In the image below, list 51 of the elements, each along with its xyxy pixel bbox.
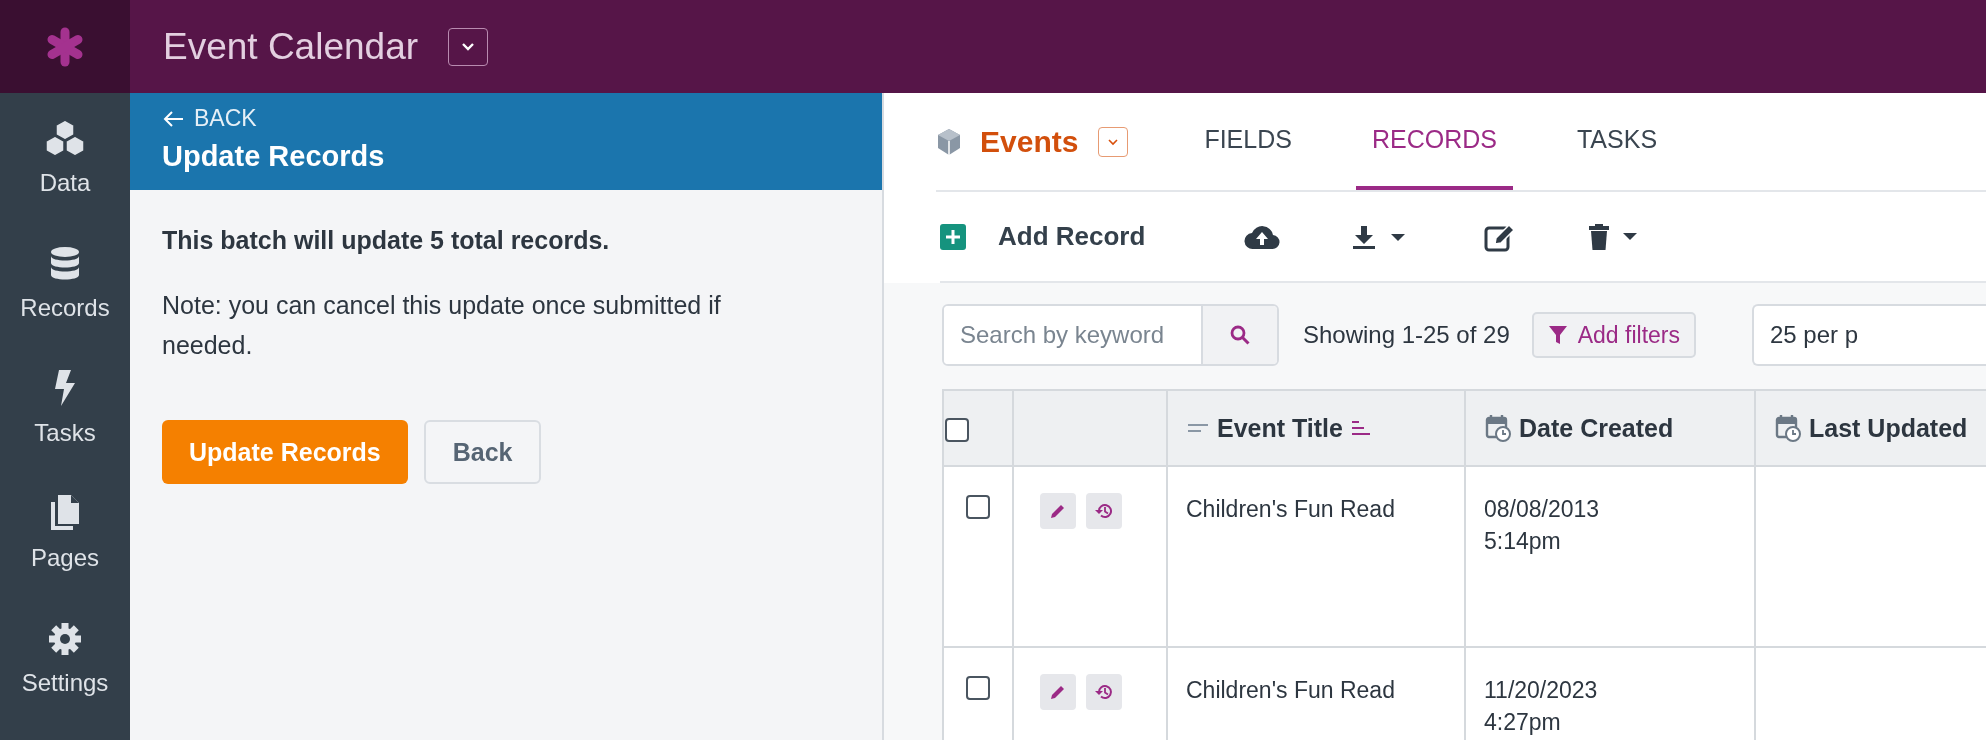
left-arrow-icon [162,109,184,128]
upload-button[interactable] [1243,223,1282,250]
history-icon [1094,502,1114,520]
per-page-select[interactable]: 25 per p [1752,304,1986,366]
table-cell: Children's Fun Read [1167,466,1465,647]
history-icon [1094,683,1114,701]
calendar-clock-icon [1485,414,1511,442]
edit-button[interactable] [1040,674,1076,710]
back-link[interactable]: BACK [162,105,257,132]
chevron-down-icon [1107,137,1120,146]
add-filters-button[interactable]: Add filters [1531,312,1696,358]
add-record-button[interactable]: Add Record [940,221,1146,252]
search-icon [1228,324,1251,346]
back-button[interactable]: Back [423,420,542,484]
search-field[interactable]: Search by keyword [942,304,1279,366]
chevron-down-icon [460,41,477,52]
panel-title: Update Records [162,140,386,173]
funnel-icon [1547,324,1568,346]
note-text: Note: you can cancel this update once submitted if needed. [162,290,722,361]
tab[interactable]: FIELDS [1188,93,1308,190]
tab[interactable]: RECORDS [1355,93,1513,190]
column-header[interactable]: Last Updated [1755,390,1986,466]
object-name: Events [980,124,1079,159]
calendar-clock-icon [1775,414,1801,442]
column-header[interactable]: Event Title [1167,390,1465,466]
plus-icon [940,223,966,250]
text-lines-icon [1187,423,1209,433]
asterisk-logo-icon [45,26,85,67]
record-count: Showing 1-25 of 29 [1302,321,1510,349]
pencil-icon [1049,502,1067,520]
sort-icon[interactable] [1350,420,1371,436]
nav-item[interactable]: Records [0,240,130,365]
search-button[interactable] [1200,306,1277,364]
cube-icon [936,127,962,156]
column-header[interactable]: Date Created [1465,390,1755,466]
batch-summary: This batch will update 5 total records. [162,226,611,255]
nav-item[interactable]: Tasks [0,365,130,490]
tab[interactable]: TASKS [1560,93,1674,190]
history-button[interactable] [1086,674,1122,710]
pencil-icon [1049,683,1067,701]
history-button[interactable] [1086,493,1122,529]
app-dropdown-button[interactable] [448,27,489,66]
app-title: Event Calendar [163,25,419,68]
edit-button[interactable] [1040,493,1076,529]
nav-item[interactable]: Settings [0,615,130,740]
nav-item[interactable]: Data [0,115,130,240]
nav-item[interactable]: Pages [0,490,130,615]
checkbox[interactable] [966,495,990,519]
table-cell: 08/08/2013 5:14pm [1465,466,1755,647]
checkbox[interactable] [945,417,969,442]
checkbox[interactable] [966,676,990,700]
